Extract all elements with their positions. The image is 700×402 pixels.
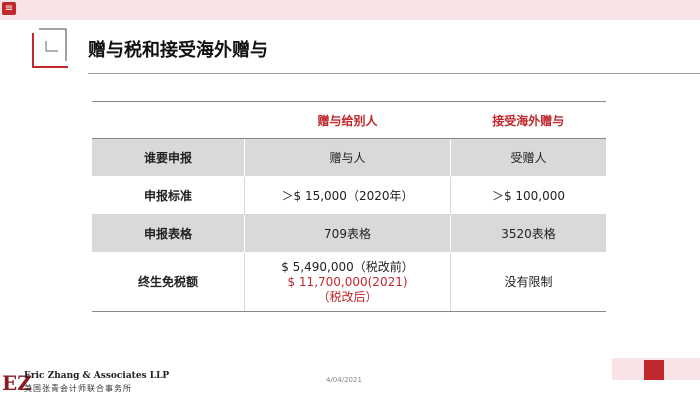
cell-gift-to-others: ＞$ 15,000（2020年） xyxy=(244,176,451,215)
cell-receive-foreign-gift: ＞$ 100,000 xyxy=(450,176,606,215)
gift-tax-table: 赠与给别人 接受海外赠与 谁要申报 赠与人 受赠人 申报标准 ＞$ 15,000… xyxy=(92,101,606,312)
cell-gift-to-others: $ 5,490,000（税改前） $ 11,700,000(2021) （税改后… xyxy=(244,252,451,312)
table-header-row: 赠与给别人 接受海外赠与 xyxy=(92,101,606,139)
row-label: 终生免税额 xyxy=(92,252,245,312)
cell-receive-foreign-gift: 3520表格 xyxy=(450,214,606,253)
table-row: 申报表格 709表格 3520表格 xyxy=(92,214,606,253)
menu-icon[interactable]: ≡ xyxy=(2,2,16,15)
corner-accent-square xyxy=(644,360,664,380)
exemption-before-reform: $ 5,490,000（税改前） xyxy=(281,259,414,274)
cell-receive-foreign-gift: 受赠人 xyxy=(450,138,606,177)
table-row: 申报标准 ＞$ 15,000（2020年） ＞$ 100,000 xyxy=(92,176,606,215)
page-title: 赠与税和接受海外赠与 xyxy=(88,40,268,61)
title-divider xyxy=(88,73,700,74)
bracket-logo-icon xyxy=(32,28,68,68)
cell-gift-to-others: 709表格 xyxy=(244,214,451,253)
table-row: 谁要申报 赠与人 受赠人 xyxy=(92,138,606,177)
cell-gift-to-others: 赠与人 xyxy=(244,138,451,177)
firm-name-chinese: 美国张青会计师联合事务所 xyxy=(24,384,132,393)
exemption-after-reform-note: （税改后） xyxy=(317,289,378,304)
slide-date: 4/04/2021 xyxy=(326,376,362,384)
exemption-2021: $ 11,700,000(2021) xyxy=(287,274,408,289)
row-label: 申报标准 xyxy=(92,176,245,215)
top-bar: ≡ xyxy=(0,0,700,20)
cell-receive-foreign-gift: 没有限制 xyxy=(450,252,606,312)
row-label: 申报表格 xyxy=(92,214,245,253)
header-blank xyxy=(92,101,245,139)
header-receive-foreign-gift: 接受海外赠与 xyxy=(450,101,606,139)
row-label: 谁要申报 xyxy=(92,138,245,177)
header-gift-to-others: 赠与给别人 xyxy=(244,101,451,139)
table-row: 终生免税额 $ 5,490,000（税改前） $ 11,700,000(2021… xyxy=(92,252,606,312)
firm-name: Eric Zhang & Associates LLP xyxy=(24,371,170,381)
firm-logo: EZ Eric Zhang & Associates LLP 美国张青会计师联合… xyxy=(2,370,192,398)
